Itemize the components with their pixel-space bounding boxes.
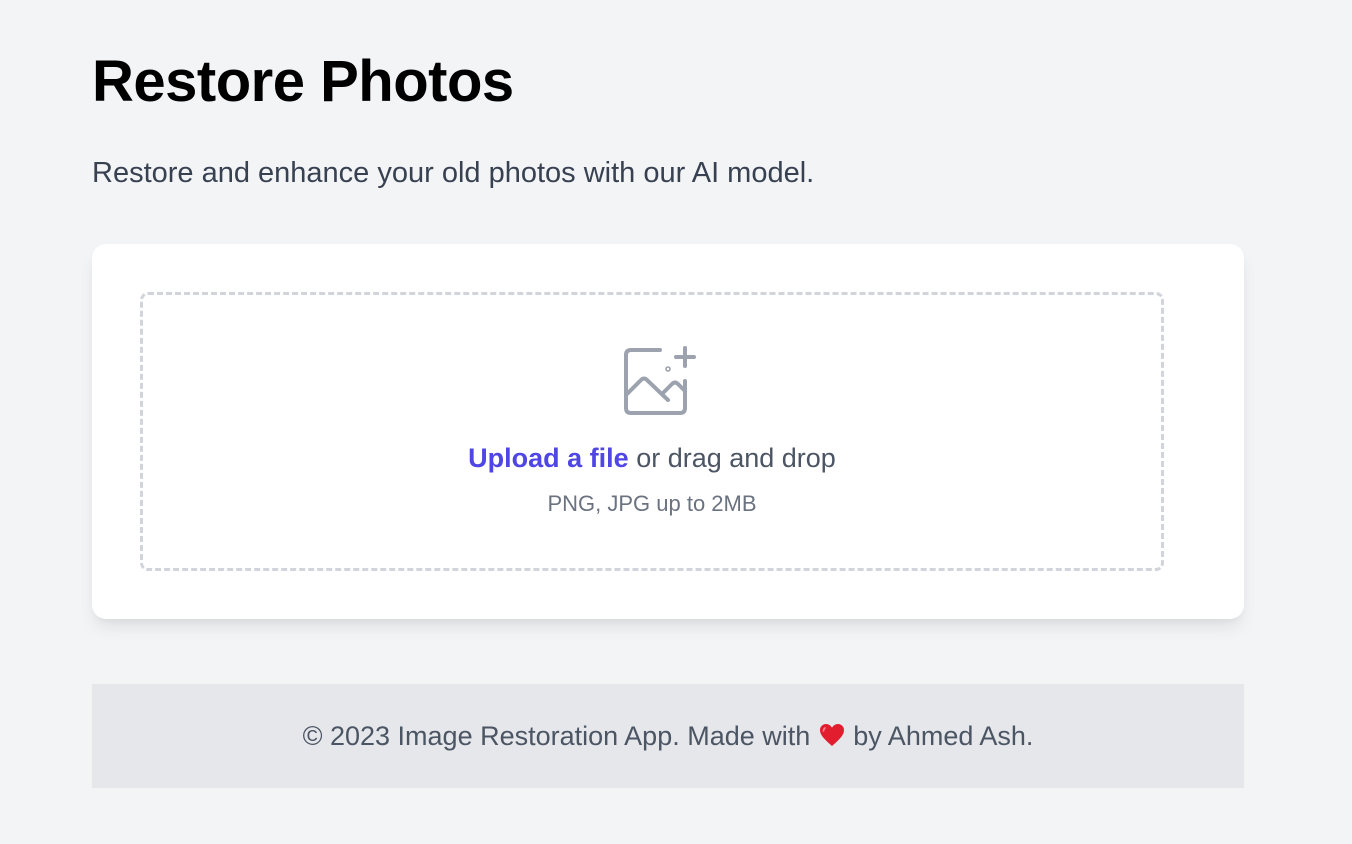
- upload-dropzone[interactable]: Upload a file or drag and drop PNG, JPG …: [140, 292, 1164, 571]
- drag-drop-text: or drag and drop: [628, 443, 836, 473]
- upload-file-link[interactable]: Upload a file: [468, 443, 629, 473]
- footer-text-after: by Ahmed Ash.: [845, 721, 1034, 751]
- footer-text-before: © 2023 Image Restoration App. Made with: [302, 721, 818, 751]
- heart-icon: [819, 724, 844, 746]
- page-subtitle: Restore and enhance your old photos with…: [92, 157, 815, 189]
- image-add-icon: [624, 346, 696, 415]
- footer: © 2023 Image Restoration App. Made with …: [92, 684, 1244, 788]
- upload-instruction: Upload a file or drag and drop: [143, 440, 1161, 476]
- page: Restore Photos Restore and enhance your …: [0, 0, 1352, 844]
- file-type-hint: PNG, JPG up to 2MB: [547, 491, 757, 516]
- footer-text: © 2023 Image Restoration App. Made with …: [92, 718, 1244, 754]
- page-title: Restore Photos: [92, 49, 514, 114]
- upload-card: Upload a file or drag and drop PNG, JPG …: [92, 244, 1244, 619]
